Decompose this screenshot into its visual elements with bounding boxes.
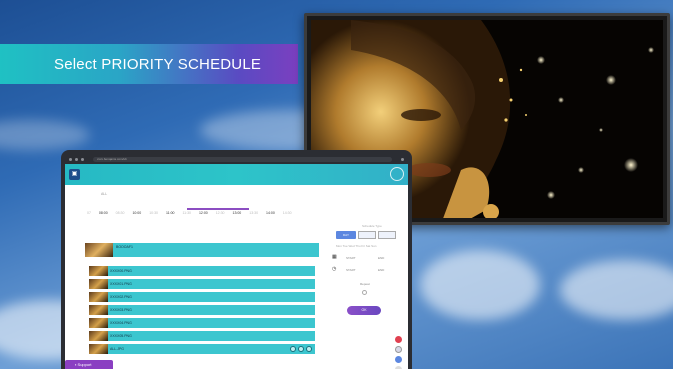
sun-icon[interactable] bbox=[390, 167, 404, 181]
timeline-tick: 10:00 bbox=[132, 211, 142, 215]
back-icon[interactable] bbox=[69, 158, 72, 161]
cloud bbox=[0, 120, 90, 150]
support-button[interactable]: ▪ Support bbox=[65, 360, 113, 369]
cloud bbox=[560, 260, 673, 320]
timeline-highlight bbox=[187, 208, 249, 210]
app-window: ▣ ALL 07 08:00 08:30 10:00 10:30 11:00 1… bbox=[65, 164, 408, 369]
asset-name: ALL.JPG bbox=[110, 347, 125, 351]
timeline-tick: 14:30 bbox=[282, 211, 292, 215]
reload-icon[interactable] bbox=[81, 158, 84, 161]
address-bar[interactable]: xxxx.benqams.com/ub bbox=[93, 157, 392, 162]
asset-row[interactable]: XXXX02.PNG bbox=[89, 292, 315, 302]
asset-row[interactable]: XXXX05.PNG bbox=[89, 331, 315, 341]
asset-name: XXXX03.PNG bbox=[110, 308, 132, 312]
asset-thumbnail bbox=[89, 305, 108, 315]
timeline-tick: 10:30 bbox=[149, 211, 158, 215]
panel-header: Schedule Type bbox=[362, 224, 382, 228]
timeline-tick: 12:00 bbox=[198, 211, 208, 215]
day-button[interactable]: DAY bbox=[336, 231, 356, 239]
date-start-field[interactable]: START bbox=[346, 256, 356, 260]
side-toolbar bbox=[395, 336, 402, 369]
info-icon[interactable] bbox=[395, 346, 402, 353]
asset-thumbnail bbox=[89, 318, 108, 328]
banner-title: Select PRIORITY SCHEDULE bbox=[54, 55, 262, 73]
asset-thumbnail bbox=[89, 279, 108, 289]
asset-thumbnail bbox=[89, 331, 108, 341]
asset-thumbnail bbox=[85, 243, 113, 257]
app-logo-icon: ▣ bbox=[69, 169, 80, 180]
ok-button[interactable]: OK bbox=[347, 306, 381, 315]
timeline-tick: 08:00 bbox=[98, 211, 108, 215]
alert-icon[interactable] bbox=[395, 336, 402, 343]
settings-icon[interactable] bbox=[298, 346, 304, 352]
asset-row[interactable]: XXXX04.PNG bbox=[89, 318, 315, 328]
week-button[interactable] bbox=[358, 231, 376, 239]
asset-name: XXXX01.PNG bbox=[110, 282, 132, 286]
asset-name: XXXX00.PNG bbox=[110, 269, 132, 273]
timeline-tick: 07 bbox=[87, 211, 91, 215]
close-icon[interactable] bbox=[306, 346, 312, 352]
time-start-field[interactable]: START bbox=[346, 268, 356, 272]
timeline-tick: 11:00 bbox=[165, 211, 175, 215]
timeline-tick: 13:00 bbox=[232, 211, 242, 215]
laptop: xxxx.benqams.com/ub ▣ ALL 07 08:00 08:30… bbox=[61, 150, 412, 369]
schedule-panel: Schedule Type DAY Mon Tue Wed Thu Fri Sa… bbox=[332, 224, 398, 354]
time-end-field[interactable]: END bbox=[378, 268, 384, 272]
asset-row[interactable]: XXXX00.PNG bbox=[89, 266, 315, 276]
weekday-labels: Mon Tue Wed Thu Fri Sat Sun bbox=[336, 244, 377, 248]
app-header: ▣ bbox=[65, 164, 408, 185]
asset-name: XXXX02.PNG bbox=[110, 295, 132, 299]
title-banner: Select PRIORITY SCHEDULE bbox=[0, 44, 298, 84]
row-controls bbox=[290, 346, 312, 352]
month-button[interactable] bbox=[378, 231, 396, 239]
asset-name: BOOOAF1 bbox=[116, 245, 133, 249]
browser-toolbar: xxxx.benqams.com/ub bbox=[65, 155, 408, 164]
support-label: Support bbox=[77, 362, 92, 367]
asset-thumbnail bbox=[89, 344, 108, 354]
asset-row-main[interactable]: BOOOAF1 bbox=[85, 243, 319, 257]
repeat-label: Repeat bbox=[360, 282, 370, 286]
timeline-tick: 14:00 bbox=[266, 211, 275, 215]
calendar-icon: ▦ bbox=[332, 254, 337, 260]
asset-row[interactable]: ALL.JPG bbox=[89, 344, 315, 354]
asset-row[interactable]: XXXX01.PNG bbox=[89, 279, 315, 289]
asset-thumbnail bbox=[89, 266, 108, 276]
timeline-ruler: 07 08:00 08:30 10:00 10:30 11:00 11:30 1… bbox=[87, 208, 319, 218]
asset-name: XXXX05.PNG bbox=[110, 334, 132, 338]
clock-icon: ◷ bbox=[332, 266, 337, 272]
timeline-tick: 13:30 bbox=[249, 211, 259, 215]
cloud bbox=[420, 250, 540, 320]
user-icon[interactable] bbox=[395, 356, 402, 363]
forward-icon[interactable] bbox=[75, 158, 78, 161]
clock-icon[interactable] bbox=[290, 346, 296, 352]
repeat-toggle[interactable] bbox=[362, 290, 367, 295]
profile-icon[interactable] bbox=[401, 158, 404, 161]
timeline-tick: 11:30 bbox=[182, 211, 191, 215]
timeline-tick: 08:30 bbox=[115, 211, 125, 215]
asset-name: XXXX04.PNG bbox=[110, 321, 132, 325]
asset-row[interactable]: XXXX03.PNG bbox=[89, 305, 315, 315]
timeline-tick: 12:30 bbox=[215, 211, 225, 215]
asset-thumbnail bbox=[89, 292, 108, 302]
date-end-field[interactable]: END bbox=[378, 256, 384, 260]
tab-all[interactable]: ALL bbox=[101, 192, 107, 196]
